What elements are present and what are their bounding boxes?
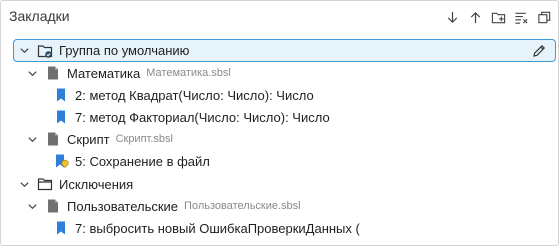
pencil-icon[interactable] — [531, 43, 547, 59]
group-label: Исключения — [59, 176, 134, 192]
tree-row-group-exceptions[interactable]: Исключения — [1, 173, 558, 195]
add-group-button[interactable] — [488, 7, 508, 27]
default-group-folder-icon — [37, 43, 53, 59]
module-file-name: Пользовательские.sbsl — [184, 200, 301, 212]
module-label: Скрипт — [67, 131, 110, 147]
conditional-bookmark-icon — [53, 153, 69, 169]
bookmark-icon — [53, 220, 69, 236]
tree-row-module-user[interactable]: Пользовательские Пользовательские.sbsl — [1, 195, 558, 217]
tree-row-group-default[interactable]: Группа по умолчанию — [13, 39, 556, 62]
bookmark-icon — [53, 87, 69, 103]
bookmark-label: 2: метод Квадрат(Число: Число): Число — [75, 87, 314, 103]
tree-row-bookmark[interactable]: 7: метод Факториал(Число: Число): Число — [1, 106, 558, 128]
bookmark-label: 7: метод Факториал(Число: Число): Число — [75, 109, 330, 125]
tree-row-module-math[interactable]: Математика Математика.sbsl — [1, 62, 558, 84]
tree-row-module-script[interactable]: Скрипт Скрипт.sbsl — [1, 128, 558, 150]
panel-header: Закладки — [1, 1, 558, 33]
group-label: Группа по умолчанию — [59, 43, 190, 58]
tree-row-bookmark[interactable]: 7: выбросить новый ОшибкаПроверкиДанных … — [1, 217, 558, 239]
bookmark-icon — [53, 109, 69, 125]
module-file-icon — [45, 131, 61, 147]
chevron-down-icon[interactable] — [17, 44, 31, 58]
folder-icon — [37, 176, 53, 192]
clear-bookmarks-button[interactable] — [511, 7, 531, 27]
module-label: Пользовательские — [67, 198, 179, 214]
bookmark-label: 5: Сохранение в файл — [75, 153, 210, 169]
bookmark-label: 7: выбросить новый ОшибкаПроверкиДанных … — [75, 220, 360, 236]
panel-toolbar — [442, 7, 554, 27]
panel-title: Закладки — [9, 8, 70, 24]
bookmarks-panel: Закладки Группа по умолчанию Математика … — [0, 0, 559, 246]
module-file-name: Математика.sbsl — [146, 67, 231, 79]
module-file-icon — [45, 65, 61, 81]
module-file-name: Скрипт.sbsl — [115, 133, 173, 145]
move-down-button[interactable] — [442, 7, 462, 27]
module-label: Математика — [67, 65, 141, 81]
tree-row-bookmark[interactable]: 5: Сохранение в файл — [1, 150, 558, 172]
add-folder-icon — [491, 12, 505, 23]
arrow-down-icon — [447, 11, 457, 23]
module-file-icon — [45, 198, 61, 214]
chevron-down-icon[interactable] — [25, 199, 39, 213]
move-up-button[interactable] — [465, 7, 485, 27]
restore-panel-button[interactable] — [534, 7, 554, 27]
tree-row-bookmark[interactable]: 2: метод Квадрат(Число: Число): Число — [1, 84, 558, 106]
chevron-down-icon[interactable] — [17, 177, 31, 191]
clear-list-icon — [514, 12, 528, 24]
chevron-down-icon[interactable] — [25, 132, 39, 146]
chevron-down-icon[interactable] — [25, 66, 39, 80]
restore-window-icon — [537, 11, 550, 23]
arrow-up-icon — [470, 11, 480, 23]
